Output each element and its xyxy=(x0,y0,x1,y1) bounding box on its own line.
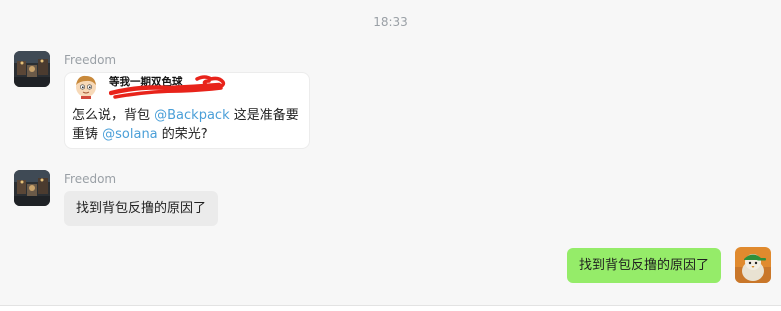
cartoon-boy-avatar-icon xyxy=(73,73,99,99)
shared-post-card[interactable]: 等我一期双色球 怎么说，背包 @Backpack 这是准备要重铸 @solana… xyxy=(64,72,310,149)
card-body-text: 怎么说，背包 @Backpack 这是准备要重铸 @solana 的荣光? xyxy=(72,106,306,144)
message-timestamp: 18:33 xyxy=(373,15,408,29)
self-avatar-icon[interactable] xyxy=(735,247,771,283)
sender-avatar-icon[interactable] xyxy=(14,170,50,206)
input-area-divider xyxy=(0,305,781,311)
outgoing-message-bubble[interactable]: 找到背包反撸的原因了 xyxy=(566,248,721,283)
card-header: 等我一期双色球 xyxy=(73,73,301,100)
mention-link-backpack[interactable]: @Backpack xyxy=(154,108,229,123)
incoming-message-bubble[interactable]: 找到背包反撸的原因了 xyxy=(64,191,219,226)
red-redaction-scribble xyxy=(109,75,226,99)
sender-name: Freedom xyxy=(64,172,117,186)
card-text-suffix: 的荣光? xyxy=(157,127,208,142)
sender-name: Freedom xyxy=(64,53,117,67)
sender-avatar-icon[interactable] xyxy=(14,51,50,87)
mention-link-solana[interactable]: @solana xyxy=(102,127,158,142)
card-text-prefix: 怎么说，背包 xyxy=(72,108,155,123)
